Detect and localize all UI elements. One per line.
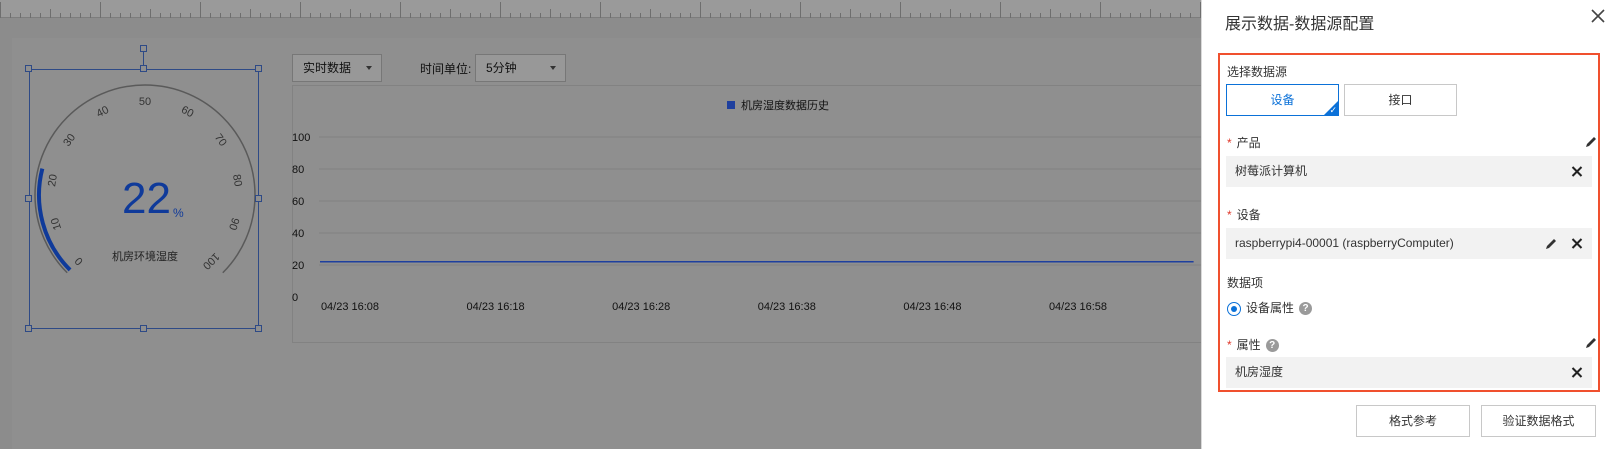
gauge-tick-label: 90 [226,216,241,231]
validate-format-button[interactable]: 验证数据格式 [1481,405,1596,437]
gauge-label: 机房环境湿度 [112,251,178,263]
x-tick-label: 04/23 16:08 [321,301,379,313]
clear-property-icon[interactable] [1569,357,1585,388]
device-value: raspberrypi4-00001 (raspberryComputer) [1235,236,1454,250]
data-item-label: 数据项 [1227,276,1264,290]
y-tick-label: 0 [292,292,298,304]
ruler-ticks [0,2,1201,18]
clear-product-icon[interactable] [1569,156,1585,187]
resize-handle-bottom[interactable] [140,325,147,332]
y-tick-label: 40 [292,228,304,240]
gauge-tick-label: 60 [179,104,195,120]
y-tick-label: 20 [292,260,304,272]
product-label: * 产品 [1227,134,1261,151]
property-value: 机房湿度 [1235,365,1284,379]
edit-product-icon[interactable] [1584,135,1598,149]
property-label: * 属性? [1227,336,1279,353]
resize-handle-top-right[interactable] [255,65,262,72]
check-icon: ✓ [1329,105,1337,115]
y-tick-label: 60 [292,196,304,208]
gauge-tick-label: 40 [95,104,111,120]
source-option-api[interactable]: 接口 [1344,84,1457,116]
resize-handle-right[interactable] [255,195,262,202]
gauge-tick-label: 20 [46,173,60,187]
help-icon[interactable]: ? [1299,302,1313,316]
required-mark: * [1227,338,1232,352]
source-option-api-label: 接口 [1388,93,1413,107]
rotate-handle-stem [143,52,144,66]
required-mark: * [1227,208,1232,222]
rotate-handle[interactable] [140,45,147,52]
format-reference-button[interactable]: 格式参考 [1356,405,1470,437]
product-label-text: 产品 [1236,136,1261,150]
source-label: 选择数据源 [1227,65,1288,79]
resize-handle-top-left[interactable] [25,65,32,72]
editor-workspace: 0 10 20 30 40 50 60 70 80 90 100 22 % 机房环境湿度 实时数据 … [0,0,1201,449]
gauge-tick-label: 80 [230,173,244,187]
datasource-config-panel: 展示数据-数据源配置 选择数据源 设备 ✓ 接口 * 产品 树莓派计算机 * 设备 … [1201,0,1615,449]
radio-button[interactable] [1227,301,1241,316]
x-tick-label: 04/23 16:18 [467,301,525,313]
gauge-widget[interactable]: 0 10 20 30 40 50 60 70 80 90 100 22 % 机房环境湿度 [29,69,259,329]
radio-label: 设备属性 [1246,301,1295,315]
help-icon[interactable]: ? [1265,339,1279,353]
device-label: * 设备 [1227,206,1261,223]
panel-title: 展示数据-数据源配置 [1225,16,1375,33]
resize-handle-left[interactable] [25,195,32,202]
x-tick-label: 04/23 16:38 [758,301,816,313]
y-tick-label: 100 [292,132,310,144]
line-chart-widget[interactable]: 实时数据 时间单位: 5分钟 机房湿度数据历史 0 20 40 60 80 100 04/2… [292,52,1201,344]
y-tick-label: 80 [292,164,304,176]
gauge-value: 22 [122,174,171,223]
edit-device-icon[interactable] [1544,237,1558,251]
source-option-device[interactable]: 设备 ✓ [1226,84,1339,116]
device-label-text: 设备 [1236,208,1261,222]
property-field[interactable]: 机房湿度 [1226,357,1592,388]
x-tick-label: 04/23 16:48 [903,301,961,313]
product-value: 树莓派计算机 [1235,164,1308,178]
property-label-text: 属性 [1236,338,1261,352]
resize-handle-top[interactable] [140,65,147,72]
gauge-tick-label: 50 [139,96,151,108]
source-option-device-label: 设备 [1270,93,1295,107]
chart-plot: 0 20 40 60 80 100 04/23 16:08 04/23 16:18 04/23 … [292,132,1201,313]
device-field[interactable]: raspberrypi4-00001 (raspberryComputer) [1226,228,1592,259]
x-tick-label: 04/23 16:58 [1049,301,1107,313]
close-icon[interactable] [1586,4,1610,28]
edit-property-icon[interactable] [1584,336,1598,350]
resize-handle-bottom-right[interactable] [255,325,262,332]
resize-handle-bottom-left[interactable] [25,325,32,332]
gauge-tick-label: 10 [49,216,64,231]
clear-device-icon[interactable] [1569,228,1585,259]
required-mark: * [1227,136,1232,150]
horizontal-ruler [0,0,1201,18]
gauge-tick-label: 30 [61,132,78,149]
x-tick-label: 04/23 16:28 [612,301,670,313]
gauge-tick-label: 70 [212,132,229,149]
data-item-radio-device-property[interactable]: 设备属性? [1227,299,1313,316]
product-field[interactable]: 树莓派计算机 [1226,156,1592,187]
gauge-unit: % [173,206,184,220]
